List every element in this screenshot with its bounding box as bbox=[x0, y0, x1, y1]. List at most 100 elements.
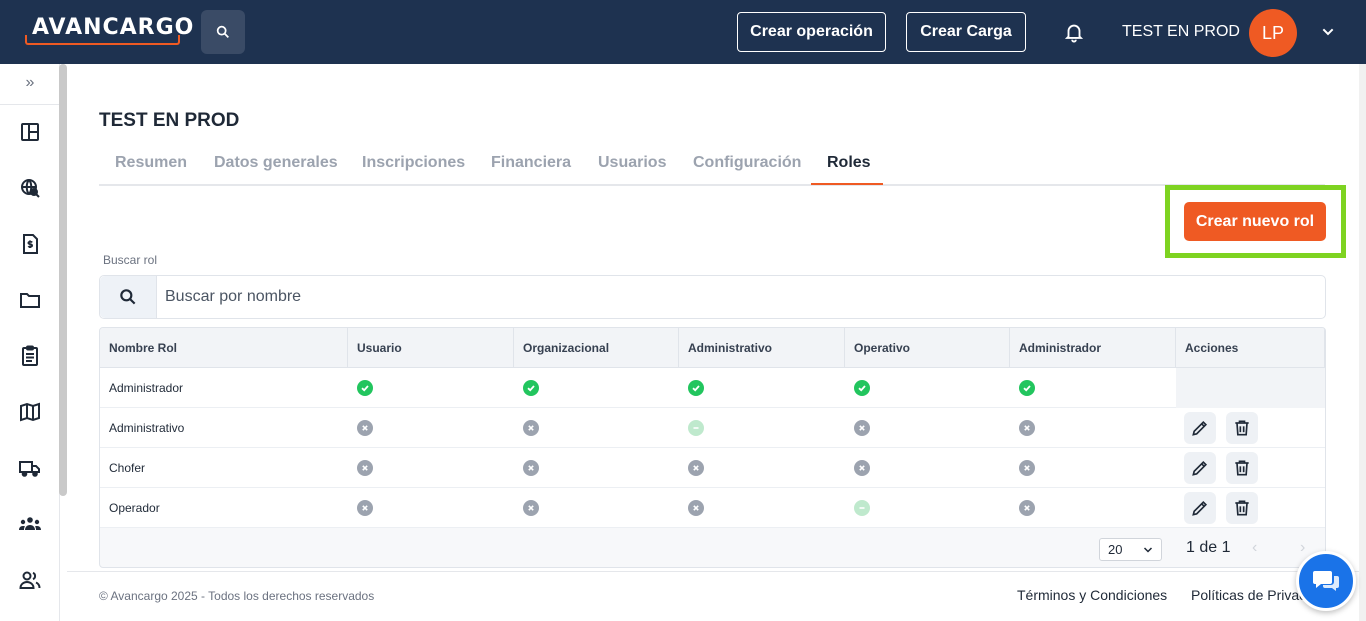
x-circle-icon bbox=[1019, 420, 1035, 436]
map-icon[interactable] bbox=[18, 400, 42, 424]
user-avatar[interactable]: LP bbox=[1249, 9, 1297, 57]
expand-sidebar-icon[interactable]: » bbox=[20, 74, 40, 94]
sidebar-scrollbar[interactable] bbox=[59, 64, 67, 496]
table-row: Operador bbox=[100, 488, 1325, 528]
globe-search-icon[interactable] bbox=[18, 176, 42, 200]
page-indicator: 1 de 1 bbox=[1186, 539, 1231, 556]
role-name-cell: Operador bbox=[109, 501, 160, 515]
tab-roles[interactable]: Roles bbox=[827, 154, 871, 172]
delete-role-button[interactable] bbox=[1226, 492, 1258, 524]
x-circle-icon bbox=[854, 460, 870, 476]
sidebar-divider bbox=[0, 104, 60, 105]
col-header-organizacional[interactable]: Organizacional bbox=[514, 328, 679, 368]
col-header-administrativo[interactable]: Administrativo bbox=[679, 328, 845, 368]
minus-circle-icon bbox=[688, 420, 704, 436]
trash-icon bbox=[1235, 500, 1249, 516]
x-circle-icon bbox=[357, 500, 373, 516]
col-header-usuario[interactable]: Usuario bbox=[348, 328, 514, 368]
search-role-box bbox=[99, 275, 1326, 319]
tab-resumen[interactable]: Resumen bbox=[115, 154, 187, 172]
table-header: Nombre Rol Usuario Organizacional Admini… bbox=[100, 328, 1325, 368]
tabs-bar: Resumen Datos generales Inscripciones Fi… bbox=[99, 146, 1325, 186]
folder-icon[interactable] bbox=[18, 288, 42, 312]
x-circle-icon bbox=[523, 500, 539, 516]
prev-page-icon[interactable]: ‹ bbox=[1252, 539, 1257, 557]
delete-role-button[interactable] bbox=[1226, 412, 1258, 444]
pencil-icon bbox=[1192, 500, 1208, 516]
chevron-down-icon[interactable] bbox=[1320, 24, 1336, 40]
table-row: Administrador bbox=[100, 368, 1325, 408]
check-circle-icon bbox=[854, 380, 870, 396]
tab-usuarios[interactable]: Usuarios bbox=[598, 154, 666, 172]
actions-cell-empty bbox=[1176, 368, 1325, 408]
clipboard-list-icon[interactable] bbox=[18, 344, 42, 368]
col-header-nombre-rol[interactable]: Nombre Rol bbox=[100, 328, 348, 368]
page-title: TEST EN PROD bbox=[99, 110, 240, 131]
search-role-label: Buscar rol bbox=[103, 253, 158, 267]
create-operation-button[interactable]: Crear operación bbox=[737, 12, 886, 52]
chat-icon bbox=[1313, 571, 1339, 591]
top-navbar: AVANCARGO Crear operación Crear Carga TE… bbox=[0, 0, 1366, 64]
tab-inscripciones[interactable]: Inscripciones bbox=[362, 154, 465, 172]
role-name-cell: Administrador bbox=[109, 381, 184, 395]
create-load-button[interactable]: Crear Carga bbox=[906, 12, 1026, 52]
col-header-administrador[interactable]: Administrador bbox=[1010, 328, 1176, 368]
search-role-input[interactable] bbox=[157, 276, 1325, 318]
pencil-icon bbox=[1192, 420, 1208, 436]
edit-role-button[interactable] bbox=[1184, 492, 1216, 524]
terms-link[interactable]: Términos y Condiciones bbox=[1017, 587, 1167, 603]
x-circle-icon bbox=[523, 460, 539, 476]
check-circle-icon bbox=[1019, 380, 1035, 396]
page-size-select[interactable]: 20 bbox=[1099, 538, 1162, 561]
x-circle-icon bbox=[1019, 500, 1035, 516]
company-name: TEST EN PROD bbox=[1122, 23, 1240, 40]
edit-role-button[interactable] bbox=[1184, 452, 1216, 484]
check-circle-icon bbox=[357, 380, 373, 396]
dashboard-icon[interactable] bbox=[18, 120, 42, 144]
page-scrollbar[interactable] bbox=[1359, 64, 1366, 621]
role-name-cell: Chofer bbox=[109, 461, 146, 475]
x-circle-icon bbox=[523, 420, 539, 436]
global-search-button[interactable] bbox=[201, 10, 245, 54]
search-icon bbox=[100, 276, 157, 318]
x-circle-icon bbox=[688, 500, 704, 516]
x-circle-icon bbox=[1019, 460, 1035, 476]
role-name-cell: Administrativo bbox=[109, 421, 185, 435]
minus-circle-icon bbox=[854, 500, 870, 516]
active-tab-indicator bbox=[811, 183, 883, 185]
tab-financiera[interactable]: Financiera bbox=[491, 154, 571, 172]
search-icon bbox=[216, 25, 229, 38]
truck-icon[interactable] bbox=[18, 456, 42, 480]
avancargo-logo[interactable]: AVANCARGO bbox=[25, 14, 193, 45]
delete-role-button[interactable] bbox=[1226, 452, 1258, 484]
col-header-acciones: Acciones bbox=[1176, 328, 1325, 368]
chat-widget-button[interactable] bbox=[1296, 551, 1356, 611]
edit-role-button[interactable] bbox=[1184, 412, 1216, 444]
col-header-operativo[interactable]: Operativo bbox=[845, 328, 1010, 368]
table-row: Chofer bbox=[100, 448, 1325, 488]
logo-underline bbox=[25, 35, 180, 45]
notifications-bell-icon[interactable] bbox=[1063, 21, 1085, 43]
tab-configuracion[interactable]: Configuración bbox=[693, 154, 801, 172]
team-icon[interactable] bbox=[18, 512, 42, 536]
users-icon[interactable] bbox=[18, 568, 42, 592]
check-circle-icon bbox=[688, 380, 704, 396]
check-circle-icon bbox=[523, 380, 539, 396]
trash-icon bbox=[1235, 460, 1249, 476]
x-circle-icon bbox=[688, 460, 704, 476]
create-new-role-button[interactable]: Crear nuevo rol bbox=[1184, 202, 1326, 241]
next-page-icon[interactable]: › bbox=[1300, 539, 1305, 557]
page-size-value: 20 bbox=[1108, 542, 1123, 557]
copyright-text: © Avancargo 2025 - Todos los derechos re… bbox=[99, 589, 375, 603]
tab-datos-generales[interactable]: Datos generales bbox=[214, 154, 338, 172]
footer-divider bbox=[67, 571, 1366, 572]
trash-icon bbox=[1235, 420, 1249, 436]
table-row: Administrativo bbox=[100, 408, 1325, 448]
x-circle-icon bbox=[854, 420, 870, 436]
invoice-dollar-icon[interactable] bbox=[18, 232, 42, 256]
x-circle-icon bbox=[357, 460, 373, 476]
x-circle-icon bbox=[357, 420, 373, 436]
roles-table: Nombre Rol Usuario Organizacional Admini… bbox=[99, 327, 1326, 568]
pencil-icon bbox=[1192, 460, 1208, 476]
sidebar: » bbox=[0, 64, 60, 621]
